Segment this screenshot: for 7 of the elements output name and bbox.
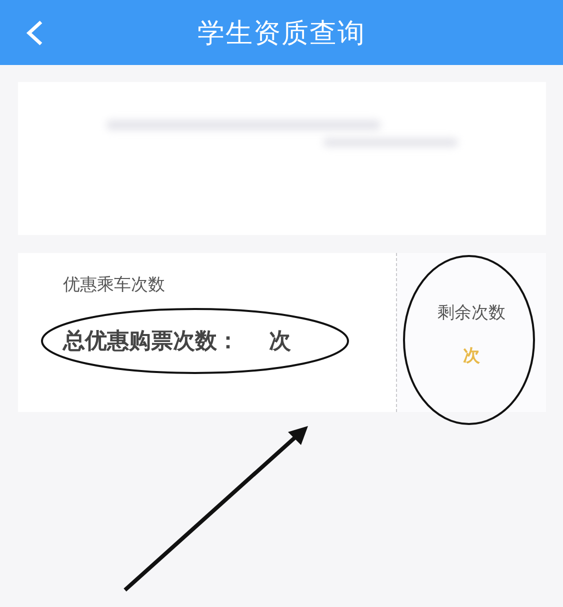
remaining-label: 剩余次数 <box>438 302 506 324</box>
section-title: 优惠乘车次数 <box>63 274 166 296</box>
total-unit: 次 <box>269 328 291 356</box>
page-title: 学生资质查询 <box>198 16 366 50</box>
total-label: 总优惠购票次数： <box>63 328 239 356</box>
remaining-unit: 次 <box>463 345 480 367</box>
back-icon[interactable] <box>25 20 45 46</box>
